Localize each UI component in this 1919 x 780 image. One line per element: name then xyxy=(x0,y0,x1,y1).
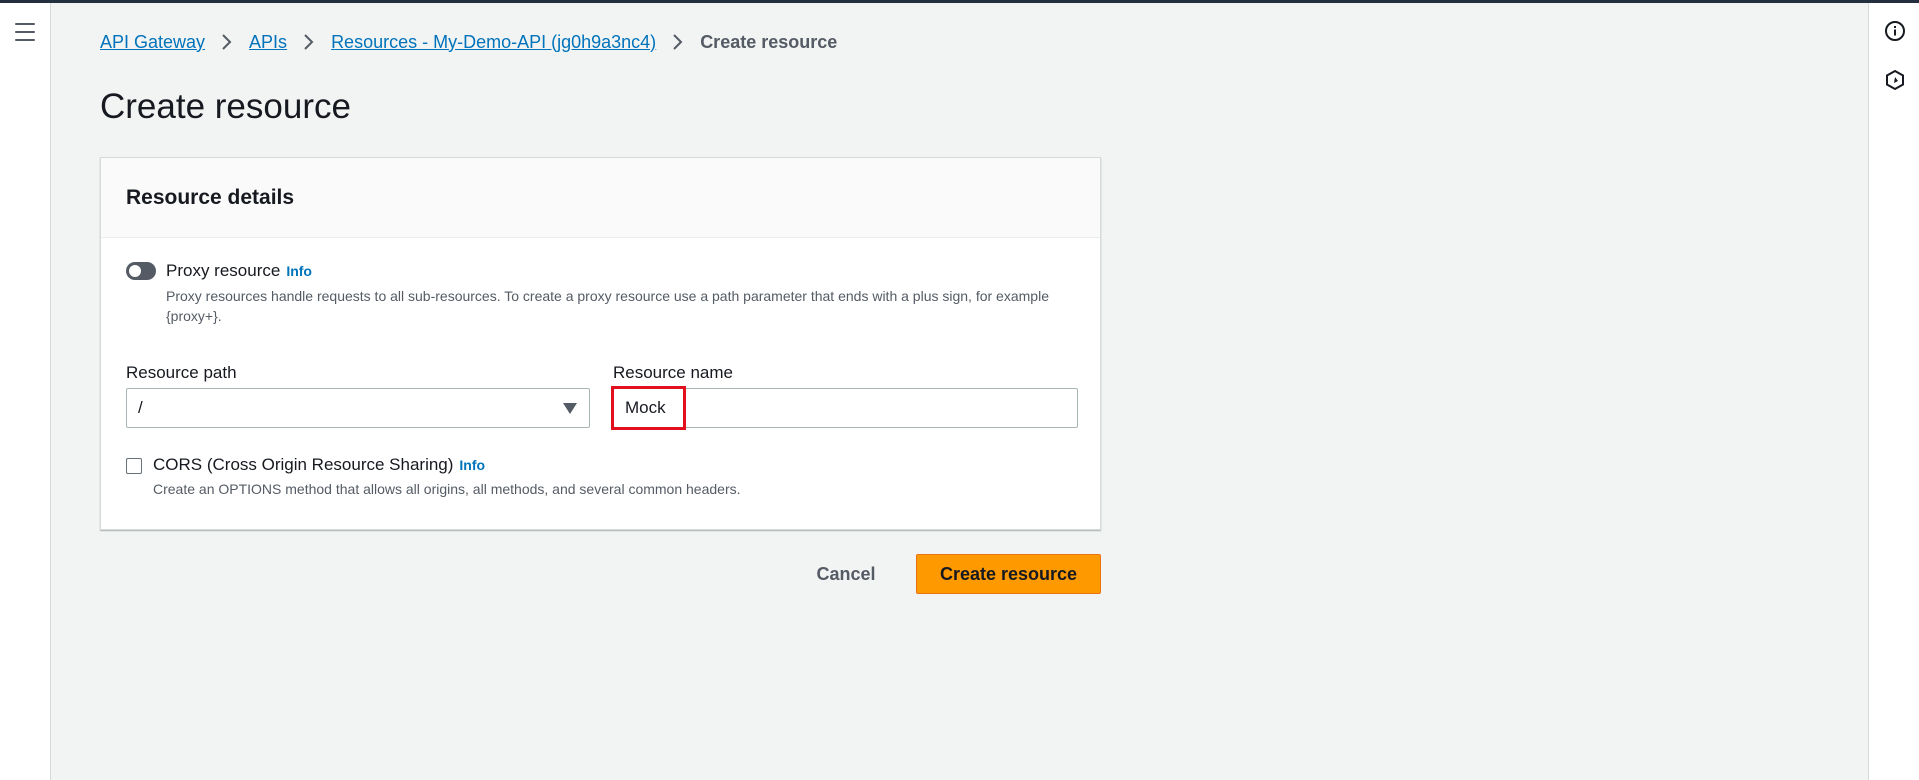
proxy-resource-description: Proxy resources handle requests to all s… xyxy=(166,288,1049,324)
proxy-resource-label: Proxy resource Info xyxy=(166,261,312,281)
left-navigation-rail xyxy=(0,3,51,780)
breadcrumb-current: Create resource xyxy=(700,31,838,52)
proxy-resource-label-text: Proxy resource xyxy=(166,261,281,280)
breadcrumb-api-gateway[interactable]: API Gateway xyxy=(100,32,205,53)
hexagon-settings-icon[interactable] xyxy=(1884,69,1906,91)
page-title: Create resource xyxy=(100,87,351,126)
proxy-info-link[interactable]: Info xyxy=(286,263,312,279)
resource-name-label: Resource name xyxy=(613,363,734,382)
top-nav-strip xyxy=(0,0,1919,3)
resource-details-panel: Resource details Proxy resource Info Prox… xyxy=(100,157,1101,530)
resource-name-input[interactable] xyxy=(613,388,1078,428)
breadcrumb-resources[interactable]: Resources - My-Demo-API (jg0h9a3nc4) xyxy=(331,32,656,53)
cors-checkbox[interactable] xyxy=(126,458,142,474)
breadcrumb: API Gateway APIs Resources - My-Demo-API… xyxy=(100,31,837,53)
cors-info-link[interactable]: Info xyxy=(459,457,485,473)
panel-title: Resource details xyxy=(126,185,295,209)
resource-path-label: Resource path xyxy=(126,363,237,382)
proxy-resource-toggle[interactable] xyxy=(126,262,156,280)
breadcrumb-apis[interactable]: APIs xyxy=(249,32,287,53)
chevron-right-icon xyxy=(303,33,315,51)
right-tools-rail xyxy=(1868,3,1919,780)
panel-header: Resource details xyxy=(101,158,1100,238)
caret-down-icon xyxy=(563,403,577,414)
cors-label: CORS (Cross Origin Resource Sharing) Info xyxy=(153,455,485,475)
hamburger-menu-icon[interactable] xyxy=(13,21,37,43)
cors-label-text: CORS (Cross Origin Resource Sharing) xyxy=(153,455,454,474)
resource-path-value: / xyxy=(138,398,143,417)
cancel-button[interactable]: Cancel xyxy=(800,554,892,594)
chevron-right-icon xyxy=(221,33,233,51)
resource-path-select[interactable]: / xyxy=(126,388,590,428)
info-circle-icon[interactable] xyxy=(1884,20,1906,42)
toggle-knob xyxy=(129,265,141,277)
create-resource-button[interactable]: Create resource xyxy=(916,554,1101,594)
chevron-right-icon xyxy=(672,33,684,51)
cors-description: Create an OPTIONS method that allows all… xyxy=(153,481,741,497)
